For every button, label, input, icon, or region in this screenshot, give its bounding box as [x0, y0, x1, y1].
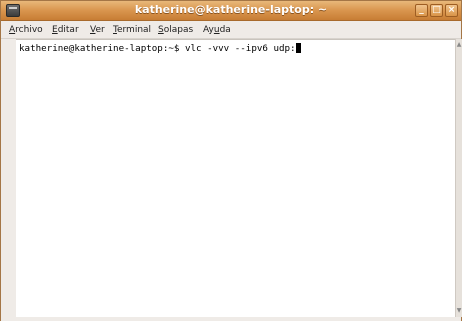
typed-command: vlc -vvv --ipv6 udp:: [184, 43, 296, 54]
menu-ayuda[interactable]: Ayuda: [203, 25, 231, 35]
menu-ver[interactable]: Ver: [90, 25, 105, 35]
minimize-icon[interactable]: _: [415, 4, 428, 17]
window-left-margin: [1, 39, 16, 317]
window-bottom-edge: [1, 317, 461, 321]
menu-editar-label: ditar: [57, 25, 79, 35]
window-title: katherine@katherine-laptop: ~: [134, 3, 328, 16]
terminal-line: katherine@katherine-laptop:~$ vlc -vvv -…: [19, 43, 301, 54]
scroll-up-icon[interactable]: ▲: [456, 41, 462, 49]
menu-ayuda-prefix: Ay: [203, 25, 214, 35]
close-icon[interactable]: ×: [445, 4, 458, 17]
scroll-down-icon[interactable]: ▼: [456, 307, 462, 315]
menu-editar[interactable]: Editar: [52, 25, 79, 35]
maximize-icon[interactable]: □: [430, 4, 443, 17]
shell-prompt: katherine@katherine-laptop:~$: [19, 43, 185, 54]
menu-solapas-label: olapas: [163, 25, 194, 35]
menu-bar: Archivo Editar Ver Terminal Solapas Ayud…: [1, 22, 461, 39]
menu-archivo[interactable]: Archivo: [9, 25, 43, 35]
terminal-window: katherine@katherine-laptop: ~ _ □ × Arch…: [0, 0, 462, 321]
menu-terminal-label: erminal: [116, 25, 152, 35]
menu-ayuda-label: da: [219, 25, 231, 35]
vertical-scrollbar[interactable]: ▲ ▼: [455, 39, 462, 317]
menu-solapas[interactable]: Solapas: [158, 25, 193, 35]
text-cursor: [295, 43, 301, 53]
menu-ver-label: er: [95, 25, 105, 35]
menu-terminal[interactable]: Terminal: [113, 25, 151, 35]
title-bar[interactable]: katherine@katherine-laptop: ~ _ □ ×: [1, 1, 461, 21]
menu-archivo-label: rchivo: [15, 25, 43, 35]
terminal-area[interactable]: katherine@katherine-laptop:~$ vlc -vvv -…: [16, 39, 455, 317]
